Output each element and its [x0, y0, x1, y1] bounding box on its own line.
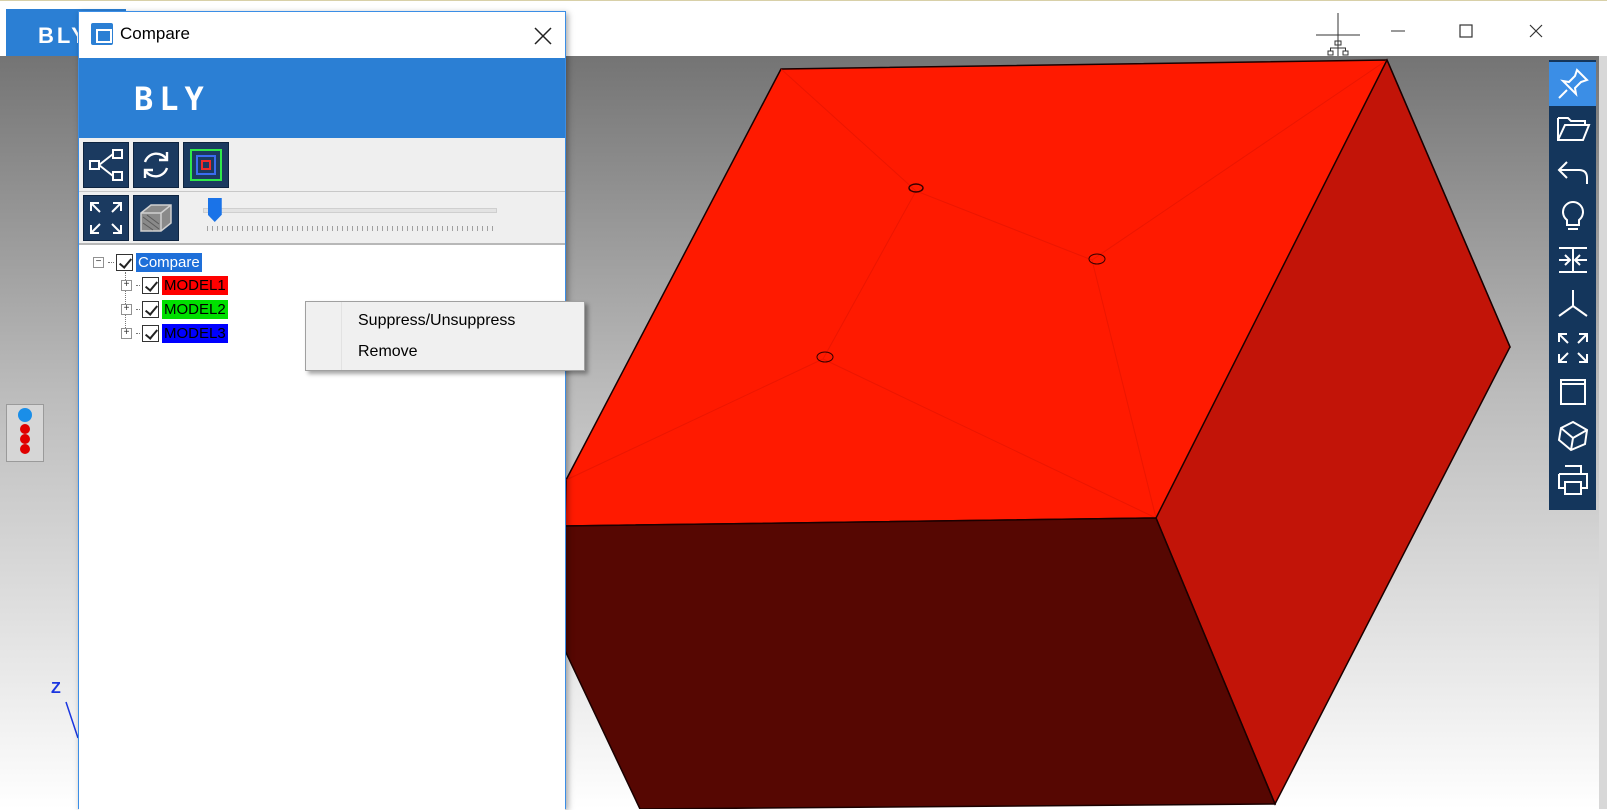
expand-toggle[interactable]: +: [121, 303, 132, 315]
compare-colors-button[interactable]: [183, 142, 229, 188]
expand-toggle[interactable]: +: [121, 327, 132, 339]
root-checkbox[interactable]: [116, 253, 133, 271]
folder-open-icon: [1556, 117, 1590, 141]
import-icon: [1558, 247, 1587, 273]
maximize-button[interactable]: [1444, 13, 1488, 53]
tree-view-button[interactable]: [83, 142, 129, 188]
context-menu: Suppress/Unsuppress Remove: [305, 301, 585, 371]
dialog-titlebar[interactable]: Compare: [79, 12, 565, 57]
dialog-title: Compare: [120, 24, 190, 43]
banner-logo: BLY: [134, 80, 210, 118]
nested-squares-icon: [190, 149, 222, 181]
tree-node-label[interactable]: Compare: [136, 252, 202, 272]
tree-node-model3[interactable]: + MODEL3: [121, 322, 228, 344]
expand-toggle[interactable]: +: [121, 279, 132, 291]
close-icon: [534, 27, 552, 45]
axes-icon: [1557, 290, 1588, 317]
tree-node-label[interactable]: MODEL1: [162, 275, 228, 295]
shading-icon: [1557, 420, 1588, 452]
tree-node-model2[interactable]: + MODEL2: [121, 298, 228, 320]
hierarchy-icon: [89, 149, 123, 181]
view-cube-button[interactable]: [1549, 370, 1596, 414]
expand-icon: [90, 202, 122, 234]
app-icon: [91, 23, 113, 45]
tree-node-root[interactable]: − Compare: [93, 251, 202, 273]
zoom-fit-button[interactable]: [83, 195, 129, 241]
dialog-toolbar-top: [79, 138, 565, 192]
network-icon[interactable]: [1316, 13, 1360, 57]
shading-button[interactable]: [1549, 414, 1596, 458]
refresh-button[interactable]: [133, 142, 179, 188]
menu-item-suppress[interactable]: Suppress/Unsuppress: [358, 312, 515, 330]
model3-checkbox[interactable]: [142, 324, 159, 342]
viewport-border: [1599, 56, 1607, 809]
tree-node-label[interactable]: MODEL2: [162, 299, 228, 319]
menu-item-remove[interactable]: Remove: [358, 343, 418, 361]
dialog-toolbar-bottom: [79, 192, 565, 245]
fit-view-button[interactable]: [1549, 326, 1596, 370]
undo-button[interactable]: [1549, 150, 1596, 194]
section-view-button[interactable]: [133, 195, 179, 241]
tree-node-model1[interactable]: + MODEL1: [121, 274, 228, 296]
collapse-toggle[interactable]: −: [93, 256, 104, 268]
print-button[interactable]: [1549, 458, 1596, 502]
compare-dialog: Compare BLY − Compare + MODEL1 + MODEL2 …: [78, 11, 585, 810]
tree-node-label[interactable]: MODEL3: [162, 323, 228, 343]
context-menu-gutter: [306, 302, 342, 370]
print-icon: [1557, 465, 1588, 495]
box-section-icon: [140, 204, 172, 232]
undo-icon: [1557, 161, 1588, 184]
axes-button[interactable]: [1549, 282, 1596, 326]
dialog-close-button[interactable]: [533, 18, 553, 53]
slider-ticks: [207, 226, 493, 231]
model1-checkbox[interactable]: [142, 276, 159, 294]
light-button[interactable]: [1549, 194, 1596, 238]
right-toolbar: [1549, 60, 1596, 510]
layer-marker-widget[interactable]: [6, 404, 44, 462]
refresh-icon: [143, 152, 169, 178]
pin-button[interactable]: [1549, 62, 1596, 106]
fit-view-icon: [1557, 333, 1588, 363]
lightbulb-icon: [1561, 200, 1584, 230]
minimize-button[interactable]: [1376, 13, 1420, 53]
import-button[interactable]: [1549, 238, 1596, 282]
open-button[interactable]: [1549, 106, 1596, 150]
pin-icon: [1557, 68, 1589, 99]
view-cube-icon: [1559, 379, 1586, 405]
axis-z-label: Z: [51, 680, 61, 697]
transparency-slider-track[interactable]: [203, 208, 497, 213]
model2-checkbox[interactable]: [142, 300, 159, 318]
close-window-button[interactable]: [1514, 13, 1558, 53]
dialog-banner: BLY: [79, 58, 565, 138]
